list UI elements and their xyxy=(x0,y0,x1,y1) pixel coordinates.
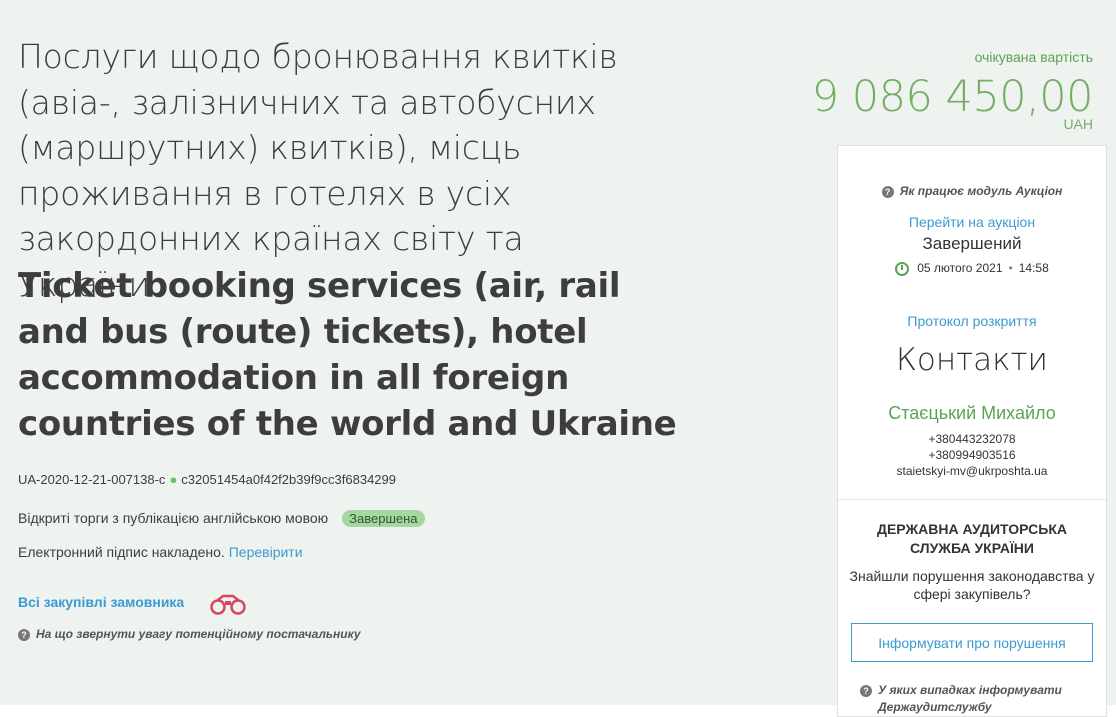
currency-label: UAH xyxy=(1063,116,1093,132)
separator-dot: ● xyxy=(169,472,178,487)
help-icon: ? xyxy=(860,685,872,697)
auction-date: 05 лютого 2021 xyxy=(917,261,1003,275)
signature-info: Електронний підпис накладено. Перевірити xyxy=(18,544,303,560)
separator-dot: • xyxy=(1008,261,1013,275)
auction-help-link[interactable]: ? Як працює модуль Аукціон xyxy=(838,184,1106,198)
auction-status: Завершений xyxy=(922,234,1022,253)
auction-datetime: 05 лютого 2021 • 14:58 xyxy=(838,261,1106,276)
audit-help-text: У яких випадках інформувати Держаудитслу… xyxy=(878,683,1062,714)
expected-value-label: очікувана вартість xyxy=(974,49,1093,65)
contact-name: Стаєцький Михайло xyxy=(888,403,1056,423)
supplier-note[interactable]: ? На що звернути увагу потенційному поста… xyxy=(18,627,361,641)
contacts-title: Контакти xyxy=(896,342,1048,378)
help-icon: ? xyxy=(881,185,894,198)
auction-time: 14:58 xyxy=(1018,261,1049,275)
tender-hash: c32051454a0f42f2b39f9cc3f6834299 xyxy=(181,472,396,487)
tender-id: UA-2020-12-21-007138-c xyxy=(18,472,166,487)
side-panel: ? Як працює модуль Аукціон Перейти на аук… xyxy=(837,145,1107,717)
tender-title-en: Ticket booking services (air, rail and b… xyxy=(18,266,677,444)
contact-phone-1: +380443232078 xyxy=(928,432,1016,446)
procedure-label: Відкриті торги з публікацією англійською… xyxy=(18,510,329,526)
supplier-note-text: На що звернути увагу потенційному постач… xyxy=(36,627,361,641)
expected-value-amount: 9 086 450,00 xyxy=(811,72,1094,122)
audit-question: Знайшли порушення законодавства у сфері … xyxy=(838,567,1106,603)
help-icon: ? xyxy=(18,628,30,641)
audit-question-text: Знайшли порушення законодавства у сфері … xyxy=(849,568,1095,602)
procedure-type: Відкриті торги з публікацією англійською… xyxy=(18,510,425,527)
report-violation-button[interactable]: Інформувати про порушення xyxy=(851,623,1093,662)
opening-protocol-link[interactable]: Протокол розкриття xyxy=(838,313,1106,329)
all-purchases-link[interactable]: Всі закупівлі замовника xyxy=(18,594,184,610)
status-badge: Завершена xyxy=(342,510,425,527)
contact-email: staietskyi-mv@ukrposhta.ua xyxy=(896,464,1048,478)
clock-icon xyxy=(895,261,910,276)
audit-service-title-text: ДЕРЖАВНА АУДИТОРСЬКА СЛУЖБА УКРАЇНИ xyxy=(877,521,1067,556)
auction-help-text: Як працює модуль Аукціон xyxy=(899,184,1063,198)
divider xyxy=(838,499,1106,500)
go-to-auction-link[interactable]: Перейти на аукціон xyxy=(838,214,1106,230)
audit-help-link[interactable]: ? У яких випадках інформувати Держаудитсл… xyxy=(860,682,1096,716)
signature-text: Електронний підпис накладено. xyxy=(18,544,225,560)
contact-phone-2: +380994903516 xyxy=(928,448,1016,462)
audit-service-title: ДЕРЖАВНА АУДИТОРСЬКА СЛУЖБА УКРАЇНИ xyxy=(838,520,1106,558)
verify-signature-link[interactable]: Перевірити xyxy=(229,544,303,560)
binoculars-icon[interactable] xyxy=(206,592,250,618)
tender-identifier: UA-2020-12-21-007138-c ● c32051454a0f42f2b… xyxy=(18,472,396,487)
